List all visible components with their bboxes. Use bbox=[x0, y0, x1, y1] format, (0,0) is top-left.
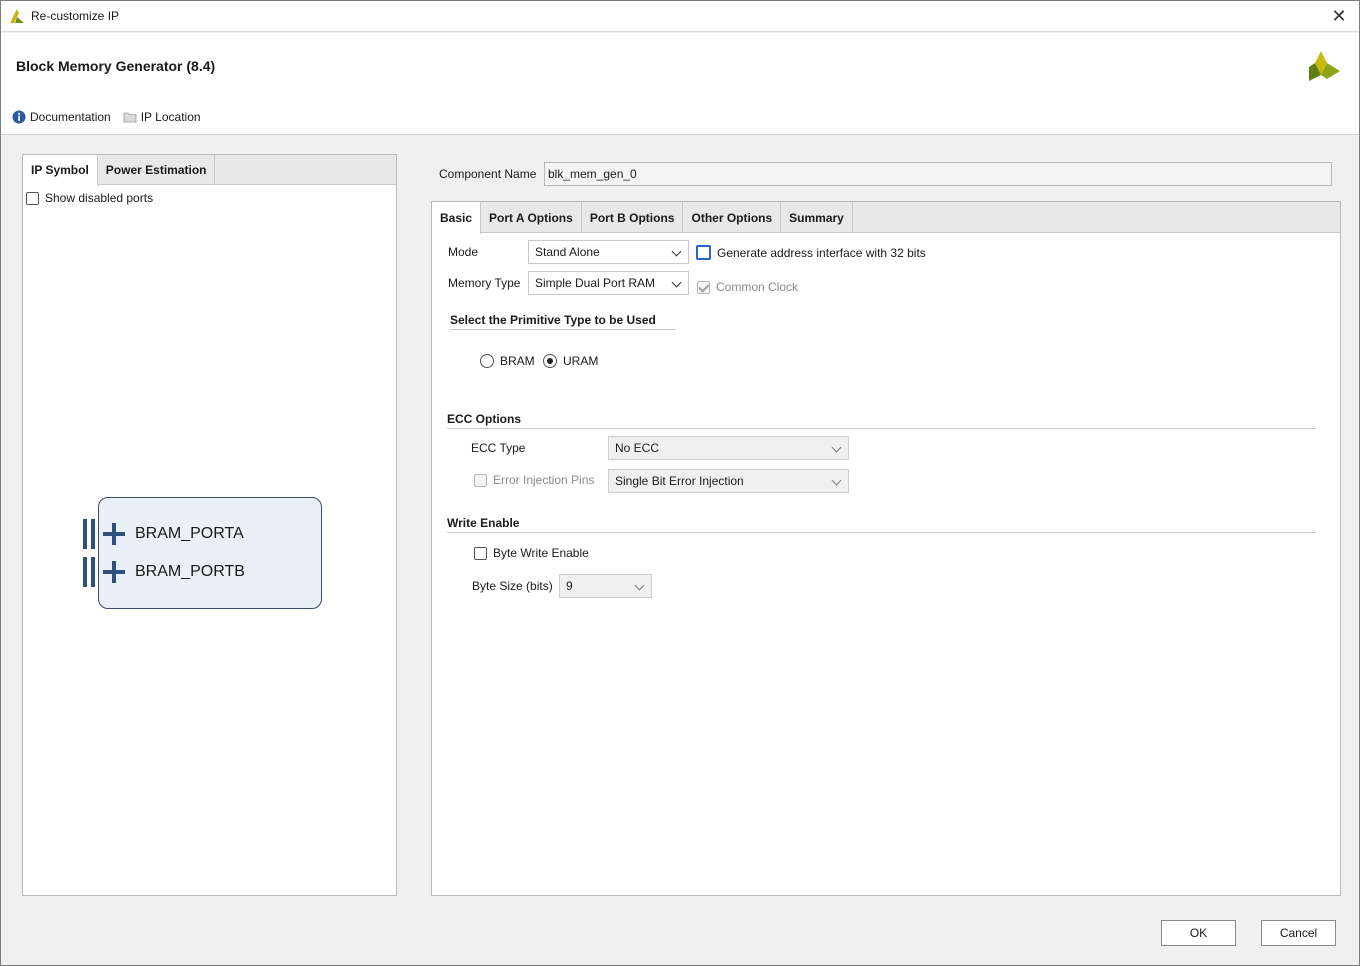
primitive-type-title: Select the Primitive Type to be Used bbox=[450, 313, 656, 327]
documentation-label: Documentation bbox=[30, 110, 111, 124]
bus-bars-icon bbox=[83, 557, 95, 587]
close-button[interactable]: ✕ bbox=[1327, 5, 1351, 27]
generate-address-label: Generate address interface with 32 bits bbox=[717, 245, 926, 260]
options-tab-bar: Basic Port A Options Port B Options Othe… bbox=[432, 202, 1340, 234]
chevron-down-icon bbox=[671, 246, 682, 257]
generate-address-checkbox[interactable] bbox=[696, 245, 711, 260]
port-label: BRAM_PORTA bbox=[135, 525, 244, 542]
chevron-down-icon bbox=[671, 277, 682, 288]
byte-write-enable-option[interactable]: Byte Write Enable bbox=[474, 546, 589, 560]
show-disabled-ports-label: Show disabled ports bbox=[45, 191, 154, 205]
byte-size-label: Byte Size (bits) bbox=[472, 579, 553, 593]
header-links: Documentation IP Location bbox=[12, 110, 213, 124]
ecc-type-select[interactable]: No ECC bbox=[608, 436, 849, 460]
chevron-down-icon bbox=[634, 580, 645, 591]
error-injection-checkbox[interactable] bbox=[474, 473, 487, 487]
folder-icon bbox=[123, 112, 137, 123]
xilinx-logo-icon bbox=[1309, 51, 1340, 81]
port-porta[interactable]: BRAM_PORTA bbox=[83, 519, 244, 549]
port-label: BRAM_PORTB bbox=[135, 563, 245, 580]
component-name-label: Component Name bbox=[439, 167, 537, 181]
error-injection-option[interactable]: Error Injection Pins bbox=[474, 473, 594, 487]
uram-radio[interactable] bbox=[543, 354, 557, 368]
options-panel: Basic Port A Options Port B Options Othe… bbox=[431, 201, 1341, 896]
port-portb[interactable]: BRAM_PORTB bbox=[83, 557, 245, 587]
common-clock-option[interactable]: Common Clock bbox=[697, 280, 798, 294]
ecc-type-value: No ECC bbox=[615, 441, 660, 455]
memory-type-label: Memory Type bbox=[448, 276, 521, 290]
ip-title: Block Memory Generator (8.4) bbox=[16, 58, 216, 74]
write-enable-divider bbox=[447, 532, 1316, 533]
memory-type-value: Simple Dual Port RAM bbox=[535, 276, 656, 290]
tab-port-a-options[interactable]: Port A Options bbox=[481, 202, 582, 232]
byte-write-enable-checkbox[interactable] bbox=[474, 546, 487, 560]
chevron-down-icon bbox=[831, 442, 842, 453]
expand-plus-icon[interactable] bbox=[103, 561, 125, 583]
tab-ip-symbol[interactable]: IP Symbol bbox=[23, 155, 98, 186]
memory-type-select[interactable]: Simple Dual Port RAM bbox=[528, 271, 689, 295]
ip-location-label: IP Location bbox=[140, 110, 201, 124]
tab-other-options[interactable]: Other Options bbox=[683, 202, 782, 232]
ip-symbol-panel: IP Symbol Power Estimation Show disabled… bbox=[22, 154, 397, 896]
error-injection-value: Single Bit Error Injection bbox=[615, 474, 744, 488]
mode-select[interactable]: Stand Alone bbox=[528, 240, 689, 264]
ok-button[interactable]: OK bbox=[1161, 920, 1236, 946]
primitive-divider bbox=[450, 329, 676, 330]
info-icon bbox=[12, 110, 26, 124]
bram-label: BRAM bbox=[500, 354, 535, 368]
ecc-divider bbox=[447, 428, 1316, 429]
error-injection-label: Error Injection Pins bbox=[493, 473, 595, 487]
tab-basic[interactable]: Basic bbox=[432, 202, 482, 234]
write-enable-title: Write Enable bbox=[447, 516, 520, 530]
generate-address-option[interactable]: Generate address interface with 32 bits bbox=[696, 245, 926, 260]
window-title: Re-customize IP bbox=[31, 9, 120, 23]
bus-bars-icon bbox=[83, 519, 95, 549]
common-clock-label: Common Clock bbox=[716, 280, 799, 294]
ip-symbol-block: BRAM_PORTA BRAM_PORTB bbox=[83, 497, 322, 609]
primitive-uram-option[interactable]: URAM bbox=[543, 354, 598, 368]
cancel-button[interactable]: Cancel bbox=[1261, 920, 1336, 946]
byte-size-select[interactable]: 9 bbox=[559, 574, 652, 598]
left-tab-bar: IP Symbol Power Estimation bbox=[23, 155, 396, 186]
chevron-down-icon bbox=[831, 475, 842, 486]
show-disabled-ports-option[interactable]: Show disabled ports bbox=[26, 191, 153, 205]
vivado-app-icon bbox=[10, 9, 24, 23]
mode-label: Mode bbox=[448, 245, 479, 259]
bram-radio[interactable] bbox=[480, 354, 494, 368]
expand-plus-icon[interactable] bbox=[103, 523, 125, 545]
tab-power-estimation[interactable]: Power Estimation bbox=[98, 155, 216, 184]
common-clock-checkbox[interactable] bbox=[697, 280, 710, 294]
byte-size-value: 9 bbox=[566, 579, 573, 593]
uram-label: URAM bbox=[563, 354, 599, 368]
ecc-type-label: ECC Type bbox=[471, 441, 526, 455]
ip-header: Block Memory Generator (8.4) Documentati… bbox=[1, 33, 1359, 135]
tab-summary[interactable]: Summary bbox=[781, 202, 853, 232]
ecc-options-title: ECC Options bbox=[447, 412, 521, 426]
dialog-window: Re-customize IP ✕ Block Memory Generator… bbox=[0, 0, 1360, 966]
tab-port-b-options[interactable]: Port B Options bbox=[582, 202, 684, 232]
error-injection-select[interactable]: Single Bit Error Injection bbox=[608, 469, 849, 493]
documentation-link[interactable]: Documentation bbox=[12, 110, 111, 124]
mode-value: Stand Alone bbox=[535, 245, 600, 259]
primitive-bram-option[interactable]: BRAM bbox=[480, 354, 535, 368]
show-disabled-ports-checkbox[interactable] bbox=[26, 191, 39, 205]
ip-location-link[interactable]: IP Location bbox=[123, 110, 201, 124]
component-name-input[interactable]: blk_mem_gen_0 bbox=[544, 162, 1332, 186]
title-bar: Re-customize IP ✕ bbox=[1, 1, 1359, 32]
byte-write-enable-label: Byte Write Enable bbox=[493, 546, 589, 560]
